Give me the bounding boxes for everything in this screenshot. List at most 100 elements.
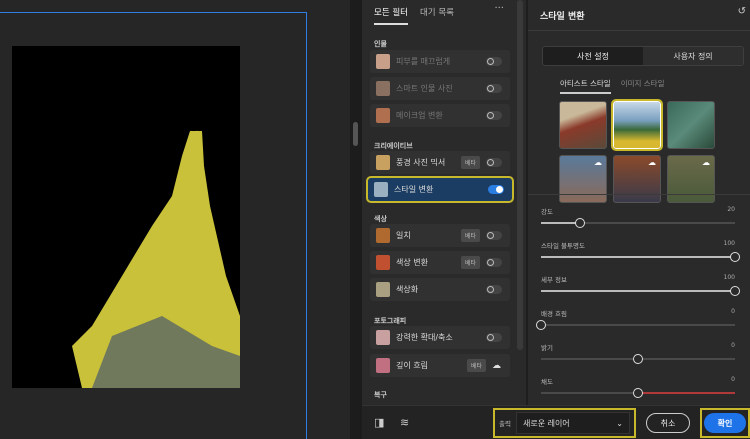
ok-button[interactable]: 확인 [704,413,746,433]
slider-track[interactable] [541,286,740,296]
filter-item[interactable]: 색상화 [370,278,510,301]
slider-label: 스타일 불투명도 [541,242,585,250]
filter-label: 일치 [396,231,411,240]
filter-thumbnail [376,54,390,69]
style-tile-selected[interactable] [611,99,663,151]
filter-item[interactable]: 피부를 매끄럽게 [370,50,510,73]
section-portrait: 인물 [374,40,387,48]
style-tile[interactable]: ☁ [559,155,607,203]
segment-custom[interactable]: 사용자 정의 [643,47,743,65]
slider-knob[interactable] [730,286,740,296]
beta-badge: 베타 [460,256,480,269]
filter-toggle[interactable] [486,258,502,267]
bottom-bar: ◨ ≋ 출력 새로운 레이어 ⌄ 취소 확인 [362,405,750,439]
filter-toggle[interactable] [486,231,502,240]
reset-icon[interactable]: ↺ [738,6,746,17]
slider-5: 채도 0 [541,376,735,398]
slider-knob[interactable] [633,388,643,398]
filter-label: 강력한 확대/축소 [396,333,453,342]
filter-thumbnail [376,330,390,345]
beta-badge: 베타 [460,229,480,242]
filter-toggle[interactable] [486,84,502,93]
filter-thumbnail [376,228,390,243]
slider-value: 100 [723,274,735,281]
slider-4: 밝기 0 [541,342,735,364]
slider-label: 강도 [541,208,553,216]
panel-title: 스타일 변환 [540,12,585,22]
filter-item[interactable]: 메이크업 변환 [370,104,510,127]
filter-label: 메이크업 변환 [396,111,443,120]
slider-3: 배경 흐림 0 [536,308,735,330]
filter-thumbnail [374,182,388,197]
tab-image-style[interactable]: 이미지 스타일 [621,78,665,94]
style-tile[interactable]: ☁ [667,155,715,203]
filter-toggle[interactable] [488,185,504,194]
cancel-button[interactable]: 취소 [646,413,690,433]
filter-item[interactable]: 스타일 변환 [366,176,514,203]
slider-track[interactable] [541,218,735,228]
filter-item[interactable]: 일치 베타 [370,224,510,247]
output-dropdown[interactable]: 새로운 레이어 ⌄ [515,412,630,434]
slider-value: 0 [731,342,735,349]
canvas-scrollbar[interactable] [350,0,362,439]
slider-knob[interactable] [730,252,740,262]
filters-scrollbar[interactable] [517,0,523,350]
filter-toggle[interactable] [486,158,502,167]
section-creative: 크리에이티브 [374,142,413,150]
tab-all-filters[interactable]: 모든 필터 [374,6,408,25]
filter-item[interactable]: 색상 변환 베타 [370,251,510,274]
slider-knob[interactable] [633,354,643,364]
slider-value: 20 [727,206,735,213]
slider-value: 100 [723,240,735,247]
filter-label: 풍경 사진 믹서 [396,158,446,167]
filter-item[interactable]: 깊이 흐림 베타 ☁ [370,354,510,377]
filter-item[interactable]: 강력한 확대/축소 [370,326,510,349]
slider-value: 0 [731,308,735,315]
section-color: 색상 [374,215,387,223]
beta-badge: 베타 [460,156,480,169]
document-image [12,46,240,388]
slider-knob[interactable] [536,320,546,330]
beta-badge: 베타 [466,359,486,372]
slider-1: 스타일 불투명도 100 [541,240,740,262]
filter-label: 색상화 [396,285,419,294]
compare-icon[interactable]: ◨ [374,416,384,429]
layers-icon[interactable]: ≋ [400,416,409,429]
section-restore: 복구 [374,391,387,399]
style-grid: ☁ ☁ ☁ [559,99,715,203]
slider-label: 세부 정보 [541,276,567,284]
filter-thumbnail [376,155,390,170]
style-tile[interactable] [559,101,607,149]
filter-toggle[interactable] [486,285,502,294]
output-label: 출력 [499,420,511,428]
slider-track[interactable] [541,354,735,364]
cloud-download-icon[interactable]: ☁ [492,361,501,371]
style-transfer-panel: 스타일 변환 ↺ 사전 설정 사용자 정의 아티스트 스타일 이미지 스타일 ☁… [528,0,750,405]
chevron-down-icon: ⌄ [616,418,623,428]
filter-thumbnail [376,255,390,270]
canvas-area[interactable] [0,0,350,439]
filter-item[interactable]: 스마트 인물 사진 [370,77,510,100]
tab-waitlist[interactable]: 대기 목록 [420,6,454,25]
filter-toggle[interactable] [486,333,502,342]
more-options-button[interactable]: ··· [494,3,504,14]
filters-panel: 모든 필터 대기 목록 ··· 인물 피부를 매끄럽게스마트 인물 사진메이크업… [362,0,526,405]
filter-thumbnail [376,282,390,297]
filter-label: 스타일 변환 [394,185,434,194]
slider-track[interactable] [536,320,735,330]
filter-item[interactable]: 풍경 사진 믹서 베타 [370,151,510,174]
slider-track[interactable] [541,388,735,398]
slider-track[interactable] [541,252,740,262]
style-tile[interactable] [667,101,715,149]
filter-thumbnail [376,358,390,373]
tab-artist-style[interactable]: 아티스트 스타일 [560,78,611,94]
slider-label: 채도 [541,378,553,386]
filter-toggle[interactable] [486,57,502,66]
filter-toggle[interactable] [486,111,502,120]
style-tile[interactable]: ☁ [613,155,661,203]
slider-value: 0 [731,376,735,383]
cloud-download-icon: ☁ [594,158,602,167]
segment-presets[interactable]: 사전 설정 [543,47,643,65]
filter-label: 색상 변환 [396,258,428,267]
slider-knob[interactable] [574,218,585,228]
